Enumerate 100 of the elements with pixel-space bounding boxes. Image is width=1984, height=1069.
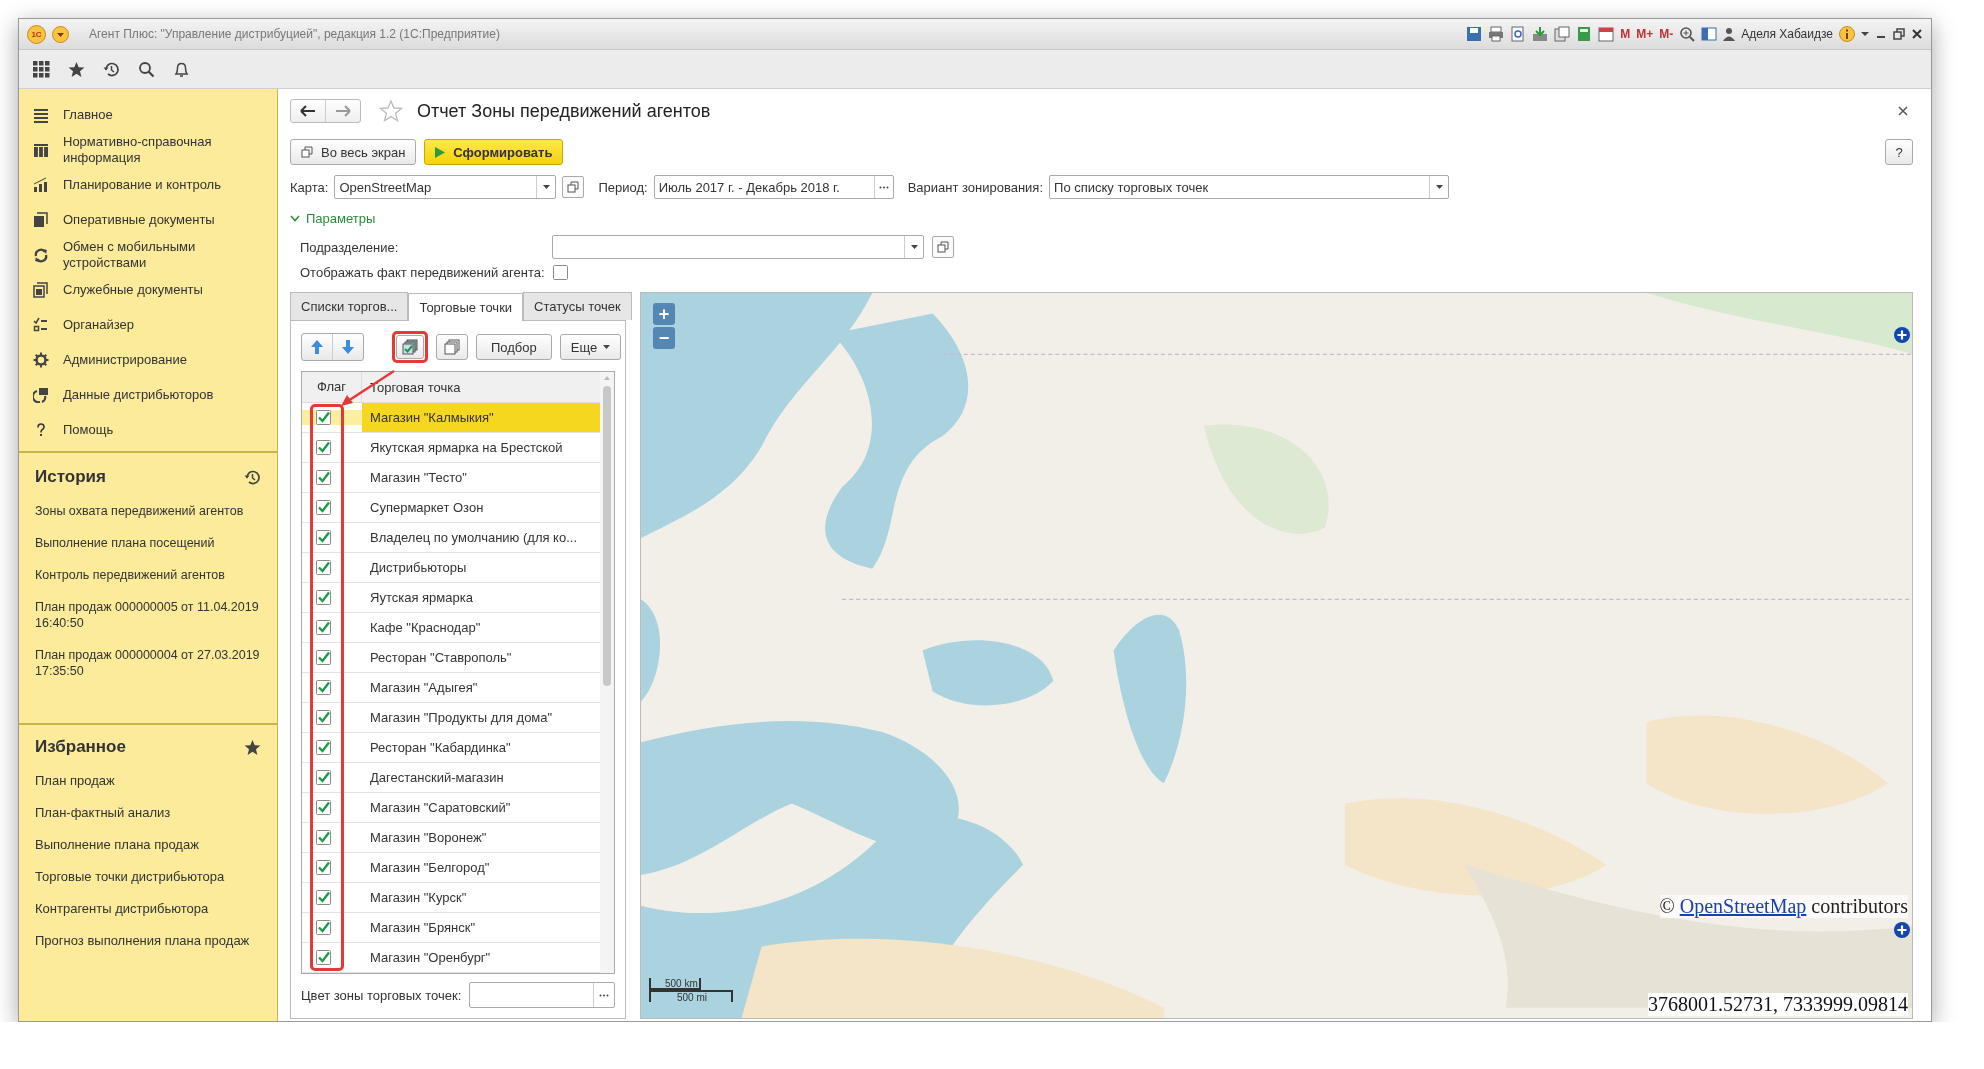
favorite-link[interactable]: План продаж (35, 765, 261, 797)
caret-icon[interactable] (1861, 30, 1869, 38)
panel-icon[interactable] (1701, 26, 1718, 42)
checkbox[interactable] (315, 560, 331, 575)
search-icon[interactable] (138, 60, 155, 78)
download-icon[interactable] (1532, 26, 1549, 42)
user-name[interactable]: Аделя Хабаидзе (1741, 27, 1833, 41)
history-link[interactable]: Контроль передвижений агентов (35, 559, 260, 591)
nav-link[interactable]: Планирование и контроль (63, 176, 221, 193)
star-icon[interactable] (68, 60, 85, 78)
nav-link[interactable]: Служебные документы (63, 281, 203, 298)
checkbox[interactable] (315, 620, 331, 635)
add-icon[interactable] (1894, 327, 1910, 343)
more-button[interactable]: Еще (559, 334, 622, 360)
table-row[interactable]: Ресторан "Ставрополь" (302, 643, 600, 673)
zoom-button[interactable]: + (653, 303, 675, 325)
history-link[interactable]: План продаж 000000004 от 27.03.2019 17:35:50 (35, 639, 260, 687)
table-row[interactable]: Супермаркет Озон (302, 493, 600, 523)
favorite-link[interactable]: Прогноз выполнения плана продаж (35, 925, 261, 957)
help-button[interactable]: ? (1885, 139, 1913, 165)
calendar-icon[interactable] (1598, 26, 1615, 42)
checkbox[interactable] (315, 590, 331, 605)
checkbox[interactable] (315, 470, 331, 485)
pick-button[interactable]: Подбор (476, 334, 552, 360)
nav-link[interactable]: Администрирование (63, 351, 187, 368)
checkbox[interactable] (315, 440, 331, 455)
checkbox[interactable] (315, 890, 331, 905)
restore-icon[interactable] (1893, 28, 1905, 40)
table-row[interactable]: Магазин "Тесто" (302, 463, 600, 493)
table-row[interactable]: Магазин "Адыгея" (302, 673, 600, 703)
history-link[interactable]: Зоны охвата передвижений агентов (35, 495, 260, 527)
favorite-link[interactable]: Контрагенты дистрибьютора (35, 893, 261, 925)
table-row[interactable]: Яутская ярмарка (302, 583, 600, 613)
save-icon[interactable] (1466, 26, 1483, 42)
copy-button[interactable] (436, 334, 468, 360)
table-row[interactable]: Магазин "Воронеж" (302, 823, 600, 853)
star-icon[interactable] (244, 738, 261, 756)
generate-button[interactable]: Сформировать (424, 139, 564, 165)
checkbox[interactable] (315, 770, 331, 785)
table-row[interactable]: Владелец по умолчанию (для ко... (302, 523, 600, 553)
memory-button[interactable]: M- (1659, 27, 1674, 41)
nav-link[interactable]: Обмен с мобильными устройствами (63, 238, 213, 271)
table-row[interactable]: Магазин "Саратовский" (302, 793, 600, 823)
nav-link[interactable]: Помощь (63, 421, 114, 438)
checkbox[interactable] (315, 680, 331, 695)
nav-link[interactable]: Данные дистрибьюторов (63, 386, 214, 403)
checkbox[interactable] (315, 530, 331, 545)
close-icon[interactable] (1897, 105, 1909, 117)
table-row[interactable]: Дистрибьюторы (302, 553, 600, 583)
memory-button[interactable]: M+ (1636, 27, 1654, 41)
calculator-icon[interactable] (1576, 26, 1593, 42)
history-link[interactable]: План продаж 000000005 от 11.04.2019 16:40:50 (35, 591, 260, 639)
parameters-toggle[interactable]: Параметры (290, 211, 376, 226)
checkbox[interactable] (315, 860, 331, 875)
select-field[interactable]: По списку торговых точек (1049, 175, 1450, 199)
checkbox[interactable] (315, 950, 331, 965)
favorite-link[interactable]: Выполнение плана продаж (35, 829, 261, 861)
checkbox[interactable] (315, 500, 331, 515)
tab[interactable]: Списки торгов... (290, 292, 409, 320)
bell-icon[interactable] (173, 60, 190, 78)
add-icon[interactable] (1894, 922, 1910, 938)
select-field[interactable]: OpenStreetMap (334, 175, 557, 199)
open-button[interactable] (932, 236, 954, 258)
favorite-link[interactable]: Торговые точки дистрибьютора (35, 861, 261, 893)
history-icon[interactable] (103, 60, 120, 78)
checkbox[interactable] (552, 265, 568, 280)
copy-icon[interactable] (1554, 26, 1571, 42)
checkbox[interactable] (315, 740, 331, 755)
preview-icon[interactable] (1510, 26, 1527, 42)
favorite-link[interactable]: План-фактный анализ (35, 797, 261, 829)
table-row[interactable]: Дагестанский-магазин (302, 763, 600, 793)
print-icon[interactable] (1488, 26, 1505, 42)
open-button[interactable] (562, 176, 585, 198)
close-icon[interactable] (1911, 28, 1923, 40)
nav-link[interactable]: Главное (63, 106, 113, 123)
table-row[interactable]: Ресторан "Кабардинка" (302, 733, 600, 763)
table-row[interactable]: Магазин "Оренбург" (302, 943, 600, 973)
nav-link[interactable]: Оперативные документы (63, 211, 215, 228)
star-outline-icon[interactable] (379, 99, 403, 123)
history-link[interactable]: Выполнение плана посещений (35, 527, 260, 559)
nav-link[interactable]: Нормативно-справочная информация (63, 133, 213, 166)
fullscreen-button[interactable]: Во весь экран (290, 139, 417, 165)
table-row[interactable]: Якутская ярмарка на Брестской (302, 433, 600, 463)
checkbox[interactable] (315, 650, 331, 665)
table-row[interactable]: Магазин "Белгород" (302, 853, 600, 883)
history-icon[interactable] (244, 468, 261, 486)
nav-link[interactable]: Органайзер (63, 316, 134, 333)
memory-button[interactable]: M (1620, 27, 1631, 41)
table-row[interactable]: Магазин "Брянск" (302, 913, 600, 943)
color-field[interactable] (469, 982, 615, 1008)
table-row[interactable]: Кафе "Краснодар" (302, 613, 600, 643)
period-field[interactable]: Июль 2017 г. - Декабрь 2018 г. (653, 175, 894, 199)
table-row[interactable]: Магазин "Продукты для дома" (302, 703, 600, 733)
select-field[interactable] (552, 235, 924, 259)
checkbox[interactable] (315, 920, 331, 935)
zoom-button[interactable]: − (653, 327, 675, 349)
dropdown-icon[interactable] (52, 25, 69, 43)
checkbox[interactable] (315, 830, 331, 845)
attribution-link[interactable]: OpenStreetMap (1679, 895, 1807, 917)
checkbox[interactable] (315, 800, 331, 815)
